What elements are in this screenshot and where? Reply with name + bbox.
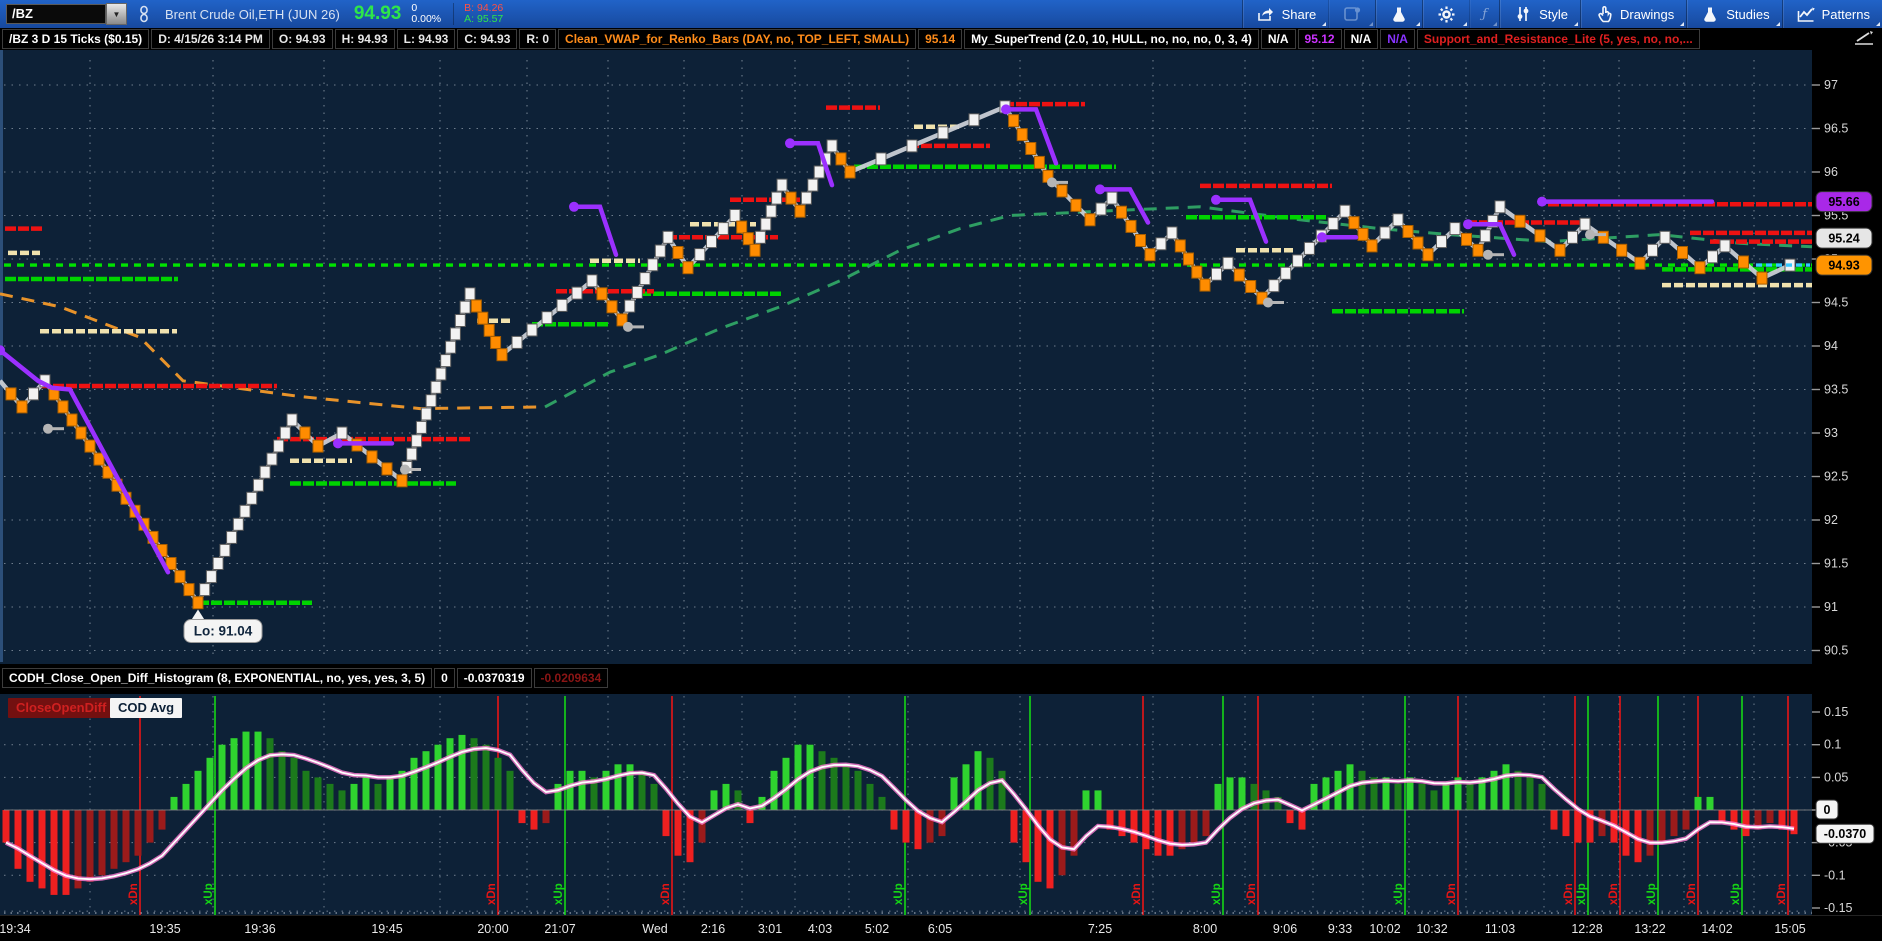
svg-text:94.93: 94.93 xyxy=(1828,259,1859,273)
time-label-8:00: 8:00 xyxy=(1193,922,1217,936)
time-label-9:33: 9:33 xyxy=(1328,922,1352,936)
time-label-Wed: Wed xyxy=(642,922,667,936)
svg-text:xDn: xDn xyxy=(660,883,672,905)
time-label-6:05: 6:05 xyxy=(928,922,952,936)
svg-text:92.5: 92.5 xyxy=(1824,470,1848,484)
chart-canvas[interactable]: Lo: 91.04xUpxUpxUpxUpxUpxUpxUpxUpxUpxDnx… xyxy=(0,0,1882,941)
time-label-19:45: 19:45 xyxy=(371,922,402,936)
time-label-11:03: 11:03 xyxy=(1485,922,1515,936)
time-label-4:03: 4:03 xyxy=(808,922,832,936)
svg-text:94.5: 94.5 xyxy=(1824,296,1848,310)
svg-text:-0.1: -0.1 xyxy=(1824,868,1846,882)
svg-text:93: 93 xyxy=(1824,426,1838,440)
lower-study-header: CODH_Close_Open_Diff_Histogram (8, EXPON… xyxy=(0,664,1882,692)
svg-text:xUp: xUp xyxy=(1393,883,1405,905)
svg-text:95.66: 95.66 xyxy=(1828,195,1859,209)
svg-text:93.5: 93.5 xyxy=(1824,383,1848,397)
time-label-10:02: 10:02 xyxy=(1369,922,1400,936)
svg-text:xDn: xDn xyxy=(1563,883,1575,905)
lower-header-cell-0[interactable]: CODH_Close_Open_Diff_Histogram (8, EXPON… xyxy=(2,668,432,688)
lower-header-cell-1[interactable]: 0 xyxy=(434,668,455,688)
svg-text:xUp: xUp xyxy=(1646,883,1658,905)
svg-text:xUp: xUp xyxy=(1211,883,1223,905)
time-label-15:05: 15:05 xyxy=(1774,922,1805,936)
time-label-10:32: 10:32 xyxy=(1416,922,1447,936)
svg-text:96.5: 96.5 xyxy=(1824,122,1848,136)
svg-text:xUp: xUp xyxy=(893,883,905,905)
time-label-2:16: 2:16 xyxy=(701,922,725,936)
svg-text:xUp: xUp xyxy=(1576,883,1588,905)
time-label-19:34: 19:34 xyxy=(0,922,31,936)
time-label-3:01: 3:01 xyxy=(758,922,782,936)
svg-text:xDn: xDn xyxy=(1776,883,1788,905)
svg-text:xUp: xUp xyxy=(553,883,565,905)
svg-text:90.5: 90.5 xyxy=(1824,644,1848,658)
legend-closeopendiff[interactable]: CloseOpenDiff xyxy=(8,698,114,718)
svg-text:0: 0 xyxy=(1824,803,1831,817)
svg-text:xDn: xDn xyxy=(1446,883,1458,905)
svg-text:xUp: xUp xyxy=(203,883,215,905)
time-label-20:00: 20:00 xyxy=(477,922,508,936)
svg-text:91.5: 91.5 xyxy=(1824,557,1848,571)
svg-text:0.15: 0.15 xyxy=(1824,705,1848,719)
svg-text:xUp: xUp xyxy=(1730,883,1742,905)
svg-text:-0.0370: -0.0370 xyxy=(1824,827,1866,841)
time-label-19:36: 19:36 xyxy=(244,922,275,936)
lower-header-cell-3[interactable]: -0.0209634 xyxy=(534,668,609,688)
time-label-7:25: 7:25 xyxy=(1088,922,1112,936)
svg-text:xDn: xDn xyxy=(486,883,498,905)
svg-text:95.24: 95.24 xyxy=(1828,232,1859,246)
trading-app-window: { "toolbar": { "symbol": "/BZ", "company… xyxy=(0,0,1882,941)
time-label-19:35: 19:35 xyxy=(149,922,180,936)
time-label-5:02: 5:02 xyxy=(865,922,889,936)
svg-text:Lo: 91.04: Lo: 91.04 xyxy=(194,624,253,639)
svg-text:xDn: xDn xyxy=(1246,883,1258,905)
svg-text:0.1: 0.1 xyxy=(1824,738,1841,752)
svg-text:0.05: 0.05 xyxy=(1824,770,1848,784)
svg-text:xUp: xUp xyxy=(1018,883,1030,905)
svg-text:96: 96 xyxy=(1824,165,1838,179)
time-label-12:28: 12:28 xyxy=(1571,922,1602,936)
time-label-14:02: 14:02 xyxy=(1701,922,1732,936)
svg-text:97: 97 xyxy=(1824,78,1838,92)
svg-text:xDn: xDn xyxy=(1608,883,1620,905)
legend-cod-avg[interactable]: COD Avg xyxy=(110,698,182,718)
svg-text:92: 92 xyxy=(1824,513,1838,527)
svg-text:xDn: xDn xyxy=(1686,883,1698,905)
svg-text:xDn: xDn xyxy=(1131,883,1143,905)
time-label-9:06: 9:06 xyxy=(1273,922,1297,936)
svg-text:xDn: xDn xyxy=(128,883,140,905)
time-axis[interactable]: 19:34 19:35 19:36 19:45 20:00 21:07 Wed 2:16 3:0… xyxy=(0,915,1882,941)
lower-header-cell-2[interactable]: -0.0370319 xyxy=(457,668,532,688)
time-label-13:22: 13:22 xyxy=(1634,922,1665,936)
time-label-21:07: 21:07 xyxy=(544,922,575,936)
svg-text:94: 94 xyxy=(1824,339,1838,353)
svg-text:-0.15: -0.15 xyxy=(1824,901,1853,915)
svg-text:91: 91 xyxy=(1824,600,1838,614)
